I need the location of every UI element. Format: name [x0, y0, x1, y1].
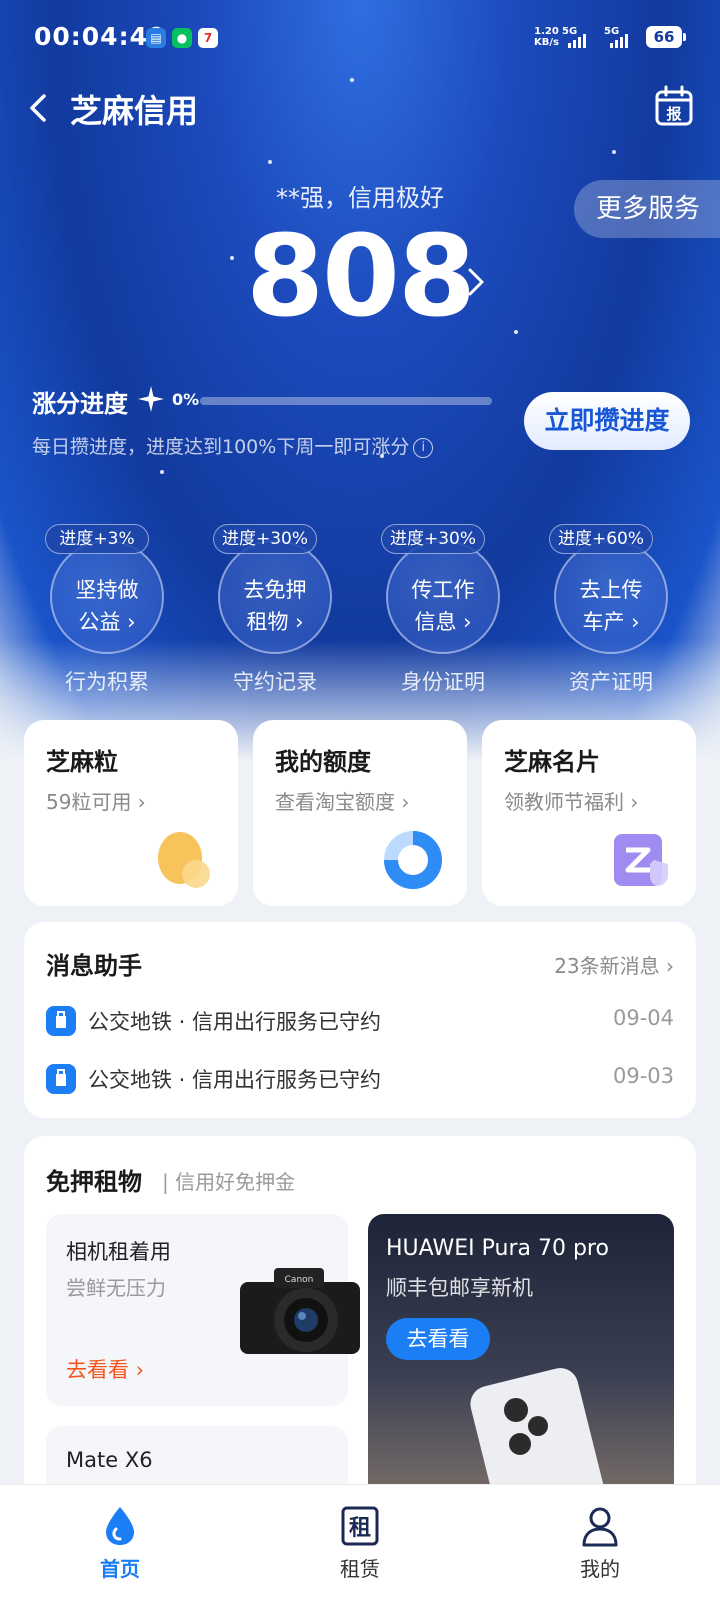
task-item-job-info[interactable]: 进度+30% 传工作 信息 › 身份证明	[360, 520, 528, 700]
task-label: 资产证明	[569, 670, 653, 694]
credit-score-block[interactable]: 808	[0, 212, 720, 342]
tab-home[interactable]: 首页	[0, 1485, 240, 1600]
back-arrow-icon[interactable]	[20, 86, 60, 130]
credit-level-text: **强，信用极好	[276, 184, 444, 212]
bottom-tab-bar: 首页 租 租赁 我的	[0, 1484, 720, 1600]
calendar-7-icon: 7	[198, 28, 218, 48]
task-list: 进度+3% 坚持做 公益 › 行为积累 进度+30% 去免押 租物 › 守约记录…	[24, 520, 696, 700]
task-badge: 进度+3%	[45, 524, 149, 554]
message-item[interactable]: 公交地铁 · 信用出行服务已守约 09-04	[46, 1000, 674, 1040]
tab-label: 我的	[580, 1557, 620, 1581]
tab-label: 租赁	[340, 1557, 380, 1581]
task-badge: 进度+60%	[549, 524, 653, 554]
message-date: 09-03	[612, 1064, 674, 1088]
page-title: 芝麻信用	[70, 92, 199, 130]
profile-icon	[582, 1507, 618, 1547]
donut-chart-icon	[384, 831, 442, 889]
task-label: 守约记录	[233, 670, 317, 694]
camera-card-title: 相机租着用	[66, 1240, 171, 1264]
credit-score: 808	[246, 212, 476, 342]
rent-icon: 租	[341, 1506, 379, 1546]
home-drop-icon	[106, 1507, 134, 1545]
task-circle: 传工作 信息 ›	[386, 540, 500, 654]
message-date: 09-04	[612, 1006, 674, 1030]
task-circle: 去上传 车产 ›	[554, 540, 668, 654]
svg-text:Canon: Canon	[285, 1275, 314, 1285]
task-item-charity[interactable]: 进度+3% 坚持做 公益 › 行为积累	[24, 520, 192, 700]
boost-progress-button[interactable]: 立即攒进度	[524, 392, 690, 450]
new-message-count-link[interactable]: 23条新消息 ›	[554, 950, 674, 979]
progress-percent: 0%	[172, 390, 200, 409]
signal-1-icon: 5G	[562, 26, 594, 48]
battery-indicator: 66	[646, 26, 686, 48]
huawei-card-title: HUAWEI Pura 70 pro	[386, 1236, 609, 1261]
transit-message-icon	[46, 1006, 76, 1036]
feature-subtitle: 查看淘宝额度 ›	[275, 790, 410, 814]
task-circle: 去免押 租物 ›	[218, 540, 332, 654]
task-label: 身份证明	[401, 670, 485, 694]
message-text: 公交地铁 · 信用出行服务已守约	[88, 1068, 382, 1092]
rental-section-title: 免押租物	[46, 1168, 142, 1196]
network-speed: 1.20 KB/s	[534, 26, 559, 48]
feature-subtitle: 领教师节福利 ›	[504, 790, 639, 814]
huawei-card-subtitle: 顺丰包邮享新机	[386, 1276, 533, 1300]
top-nav: 芝麻信用 报	[0, 80, 720, 136]
feature-title: 我的额度	[275, 748, 371, 776]
progress-tip: 每日攒进度，进度达到100%下周一即可涨分 i	[32, 432, 434, 459]
feature-subtitle: 59粒可用 ›	[46, 790, 146, 814]
camera-view-link[interactable]: 去看看 ›	[66, 1354, 144, 1384]
calendar-report-icon[interactable]: 报	[654, 84, 694, 128]
sesame-grain-icon	[158, 832, 210, 888]
sparkle-icon	[138, 386, 164, 412]
tab-label: 首页	[100, 1557, 140, 1581]
progress-bar	[200, 397, 492, 405]
message-text: 公交地铁 · 信用出行服务已守约	[88, 1010, 382, 1034]
sesame-grains-card[interactable]: 芝麻粒 59粒可用 ›	[24, 720, 238, 906]
svg-text:租: 租	[349, 1516, 371, 1541]
sesame-card-card[interactable]: 芝麻名片 领教师节福利 ›	[482, 720, 696, 906]
task-badge: 进度+30%	[381, 524, 485, 554]
svg-text:报: 报	[666, 105, 681, 123]
sesame-card-icon	[614, 834, 668, 886]
signal-2-icon: 5G	[604, 26, 636, 48]
tab-rent[interactable]: 租 租赁	[240, 1485, 480, 1600]
message-item[interactable]: 公交地铁 · 信用出行服务已守约 09-03	[46, 1058, 674, 1098]
transit-message-icon	[46, 1064, 76, 1094]
message-section-title: 消息助手	[46, 952, 142, 980]
camera-rental-card[interactable]: 相机租着用 尝鲜无压力 去看看 › Canon	[46, 1214, 360, 1406]
info-icon[interactable]: i	[413, 437, 434, 458]
my-credit-limit-card[interactable]: 我的额度 查看淘宝额度 ›	[253, 720, 467, 906]
task-label: 行为积累	[65, 670, 149, 694]
tab-profile[interactable]: 我的	[480, 1485, 720, 1600]
message-assistant-card: 消息助手 23条新消息 › 公交地铁 · 信用出行服务已守约 09-04 公交地…	[24, 922, 696, 1118]
progress-title: 涨分进度	[32, 390, 128, 418]
feature-title: 芝麻粒	[46, 748, 118, 776]
status-bar: 00:04:49 ▤ ● 7 1.20 KB/s 5G 5G 66	[0, 0, 720, 76]
matex-card-title: Mate X6	[66, 1448, 153, 1472]
task-badge: 进度+30%	[213, 524, 317, 554]
files-app-icon: ▤	[146, 28, 166, 48]
chevron-right-icon	[468, 268, 484, 296]
camera-card-subtitle: 尝鲜无压力	[66, 1276, 166, 1300]
feature-title: 芝麻名片	[504, 748, 600, 776]
task-circle: 坚持做 公益 ›	[50, 540, 164, 654]
task-item-vehicle[interactable]: 进度+60% 去上传 车产 › 资产证明	[528, 520, 696, 700]
task-item-rent[interactable]: 进度+30% 去免押 租物 › 守约记录	[192, 520, 360, 700]
rental-section-subtitle: | 信用好免押金	[162, 1170, 296, 1194]
wechat-icon: ●	[172, 28, 192, 48]
huawei-view-button[interactable]: 去看看	[386, 1318, 490, 1360]
camera-icon: Canon	[240, 1268, 360, 1354]
